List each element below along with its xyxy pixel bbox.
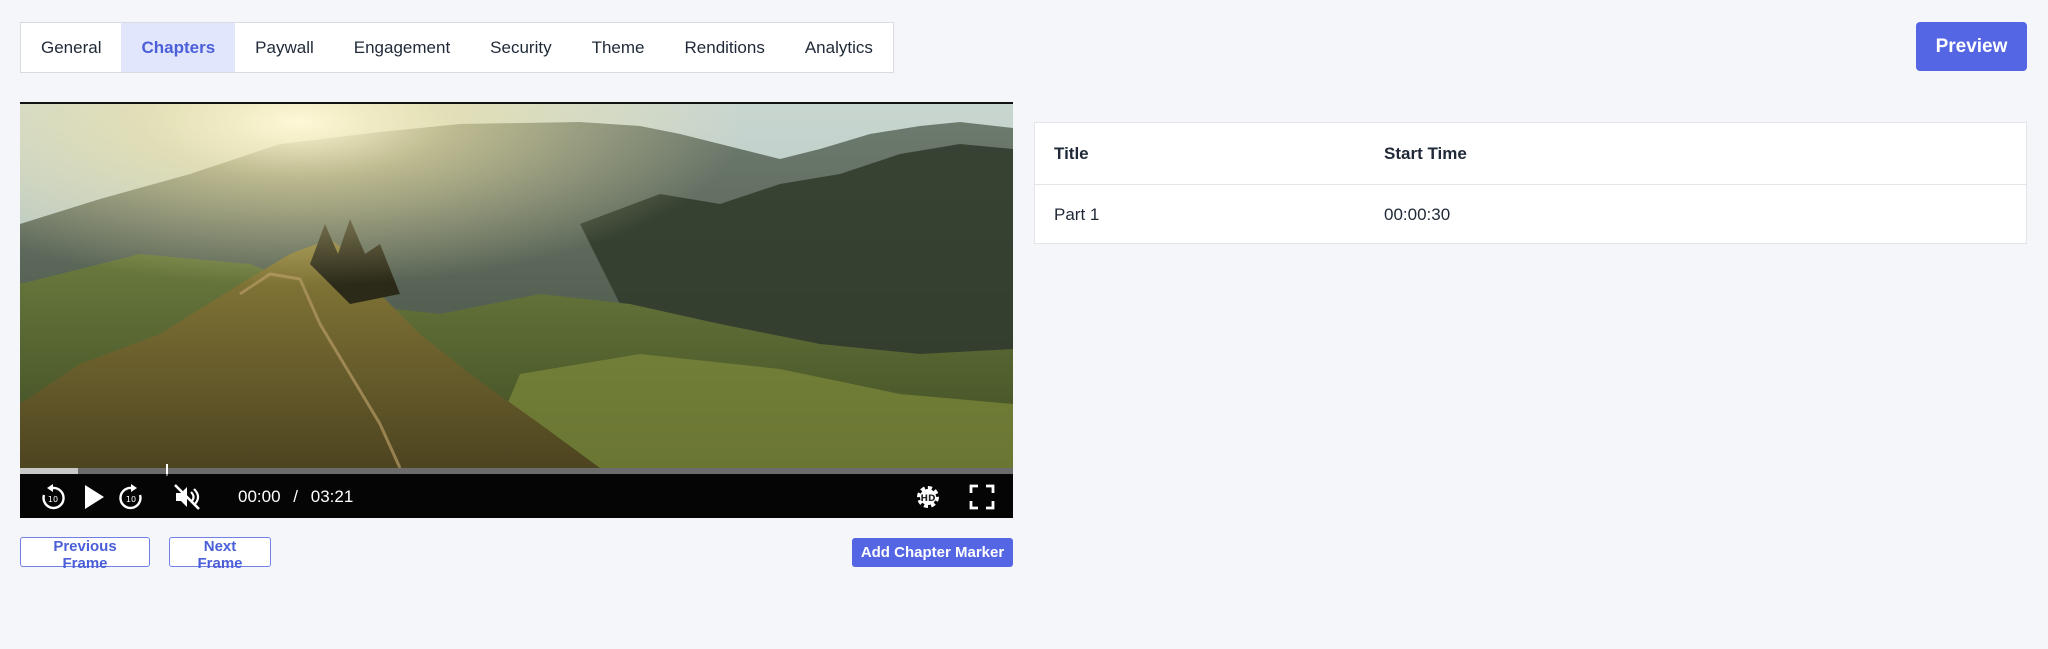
- player-controls: 10 10 00:00 / 03:21 HD: [20, 474, 1013, 518]
- forward-10-icon[interactable]: 10: [116, 482, 146, 512]
- video-player[interactable]: 10 10 00:00 / 03:21 HD: [20, 102, 1013, 518]
- hd-settings-icon[interactable]: HD: [913, 482, 943, 512]
- rewind-10-icon[interactable]: 10: [38, 482, 68, 512]
- table-row[interactable]: Part 1 00:00:30: [1035, 185, 2026, 244]
- chapters-table: Title Start Time Part 1 00:00:30: [1034, 122, 2027, 244]
- svg-text:10: 10: [126, 495, 136, 504]
- time-separator: /: [293, 487, 299, 506]
- muted-icon[interactable]: [172, 482, 202, 512]
- tab-general[interactable]: General: [21, 23, 121, 72]
- chapter-title-cell: Part 1: [1054, 204, 1100, 224]
- tab-analytics[interactable]: Analytics: [785, 23, 893, 72]
- next-frame-button[interactable]: Next Frame: [169, 537, 271, 572]
- play-icon[interactable]: [78, 482, 108, 512]
- video-frame-image: [20, 104, 1013, 468]
- tab-paywall[interactable]: Paywall: [235, 23, 334, 72]
- add-chapter-marker-button[interactable]: Add Chapter Marker: [852, 538, 1013, 567]
- tab-engagement[interactable]: Engagement: [334, 23, 470, 72]
- previous-frame-button[interactable]: Previous Frame: [20, 537, 150, 572]
- column-header-start-time: Start Time: [1384, 143, 1467, 163]
- tab-security[interactable]: Security: [470, 23, 571, 72]
- fullscreen-icon[interactable]: [967, 482, 997, 512]
- duration: 03:21: [310, 487, 354, 506]
- time-display: 00:00 / 03:21: [238, 487, 353, 507]
- tab-theme[interactable]: Theme: [572, 23, 665, 72]
- column-header-title: Title: [1054, 143, 1089, 163]
- current-time: 00:00: [238, 487, 281, 506]
- tab-renditions[interactable]: Renditions: [665, 23, 785, 72]
- chapter-start-time-cell: 00:00:30: [1384, 204, 1451, 224]
- tab-bar: General Chapters Paywall Engagement Secu…: [20, 22, 894, 73]
- table-header-row: Title Start Time: [1035, 123, 2026, 185]
- svg-text:HD: HD: [920, 494, 935, 504]
- tab-chapters[interactable]: Chapters: [121, 23, 236, 72]
- preview-button[interactable]: Preview: [1916, 22, 2027, 71]
- svg-text:10: 10: [48, 495, 58, 504]
